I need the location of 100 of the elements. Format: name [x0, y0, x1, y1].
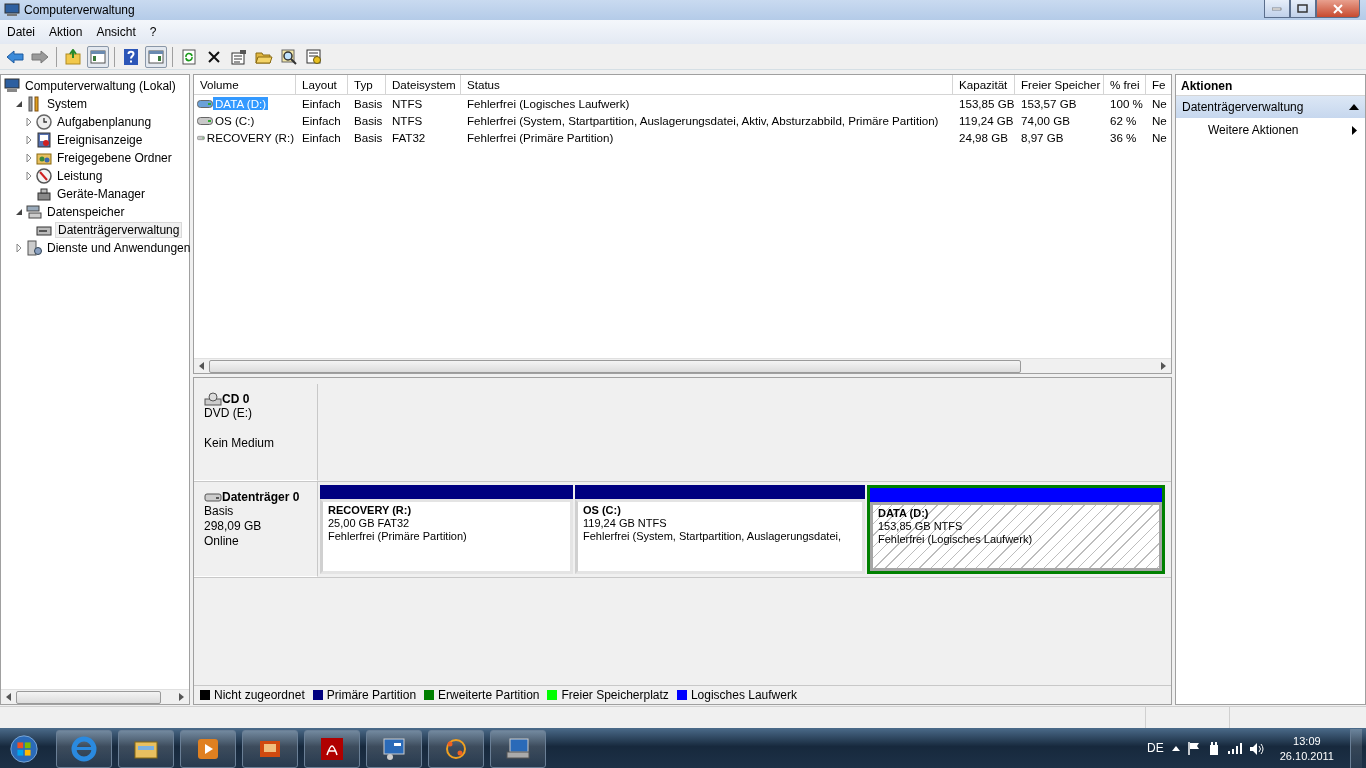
partition-title: RECOVERY (R:)	[328, 504, 413, 518]
table-cell-text: Ne	[1151, 130, 1168, 145]
maximize-button[interactable]	[1290, 0, 1316, 18]
drive-icon	[197, 98, 213, 109]
signal-icon[interactable]	[1227, 743, 1242, 754]
table-cell-text: Ne	[1151, 96, 1168, 111]
taskbar-app[interactable]	[490, 729, 546, 768]
table-cell-text: FAT32	[391, 130, 427, 145]
collapse-arrow-icon[interactable]	[14, 207, 24, 217]
show-hidden-icons-icon[interactable]	[1171, 746, 1180, 751]
close-icon	[1332, 3, 1344, 14]
taskbar-app[interactable]	[242, 729, 298, 768]
disk-drive-icon	[204, 491, 222, 504]
expand-arrow-icon[interactable]	[24, 117, 34, 127]
menu-item[interactable]: Aktion	[42, 24, 90, 40]
action-section-header[interactable]: Datenträgerverwaltung	[1176, 96, 1365, 118]
show-desktop-button[interactable]	[1350, 728, 1362, 768]
clock-date[interactable]: 26.10.2011	[1279, 748, 1334, 764]
tree-item[interactable]: Ereignisanzeige	[55, 132, 145, 148]
collapse-arrow-icon[interactable]	[14, 99, 24, 109]
table-cell-text: NTFS	[391, 113, 424, 128]
taskbar-app[interactable]	[180, 729, 236, 768]
taskbar-app[interactable]	[428, 729, 484, 768]
disk-info: Basis	[204, 504, 235, 520]
expand-arrow-icon[interactable]	[24, 153, 34, 163]
clock-time[interactable]: 13:09	[1279, 733, 1334, 749]
power-icon[interactable]	[1207, 741, 1220, 756]
action-item[interactable]: Weitere Aktionen	[1176, 118, 1365, 142]
disk-info: 298,09 GB	[204, 519, 263, 535]
column-header[interactable]: Status	[461, 75, 953, 94]
taskbar-app[interactable]	[56, 729, 112, 768]
table-cell-text: Fehlerfrei (System, Startpartition, Auslagerungsdatei, Aktiv, Absturzabbild, Primäre Partition)	[466, 113, 940, 128]
menu-item[interactable]: ?	[142, 24, 164, 40]
clock-icon	[36, 114, 52, 130]
expand-arrow-icon[interactable]	[14, 243, 24, 253]
table-cell-text: NTFS	[391, 96, 424, 111]
device-icon	[36, 186, 52, 202]
table-cell-text: 119,24 GB	[958, 113, 1015, 128]
column-header[interactable]: Fe	[1146, 75, 1170, 94]
drive-icon	[197, 115, 213, 126]
table-cell-text: Fehlerfrei (Primäre Partition)	[466, 130, 615, 145]
delete-icon	[207, 49, 221, 64]
tree-item[interactable]: Dienste und Anwendungen	[45, 240, 193, 256]
horizontal-scrollbar[interactable]	[1, 689, 189, 704]
menu-item[interactable]: Ansicht	[89, 24, 143, 40]
legend-label: Primäre Partition	[326, 687, 417, 703]
column-header[interactable]: Kapazität	[953, 75, 1015, 94]
expand-arrow-icon[interactable]	[24, 135, 34, 145]
column-header[interactable]: Dateisystem	[386, 75, 461, 94]
disk-name: Datenträger 0	[222, 490, 300, 505]
taskbar-app[interactable]	[304, 729, 360, 768]
column-header[interactable]: % frei	[1104, 75, 1146, 94]
minimize-button[interactable]	[1264, 0, 1290, 18]
close-button[interactable]	[1316, 0, 1360, 18]
column-header[interactable]: Volume	[194, 75, 296, 94]
table-cell-text: Einfach	[301, 96, 342, 111]
horizontal-scrollbar[interactable]	[194, 358, 1171, 373]
expand-arrow-icon[interactable]	[24, 171, 34, 181]
partition-size: 119,24 GB NTFS	[583, 517, 668, 531]
table-cell-text: Basis	[353, 113, 384, 128]
tree-item[interactable]: Freigegebene Ordner	[55, 150, 174, 166]
tree-item[interactable]: Geräte-Manager	[55, 186, 148, 202]
action-pane-button[interactable]	[145, 45, 167, 68]
window-title: Computerverwaltung	[24, 2, 135, 18]
menu-item[interactable]: Datei	[0, 24, 42, 40]
tree-item[interactable]: Datenträgerverwaltung	[55, 221, 183, 239]
column-header[interactable]: Typ	[348, 75, 386, 94]
scroll-left-icon[interactable]	[6, 693, 11, 701]
column-header[interactable]: Layout	[296, 75, 348, 94]
taskbar-app[interactable]	[366, 729, 422, 768]
tree-item[interactable]: Leistung	[55, 168, 105, 184]
console-tree-button[interactable]	[87, 45, 109, 68]
partition-status: Fehlerfrei (Primäre Partition)	[328, 530, 468, 544]
speaker-icon[interactable]	[1249, 742, 1264, 755]
volume-name[interactable]: OS (C:)	[213, 113, 257, 128]
table-cell-text: Ne	[1151, 113, 1168, 128]
taskbar-app[interactable]	[118, 729, 174, 768]
partition-block[interactable]: RECOVERY (R:) 25,00 GB FAT32 Fehlerfrei (Primäre Partition)	[320, 499, 573, 574]
table-cell-text: 153,85 GB	[958, 96, 1015, 111]
scroll-left-icon[interactable]	[199, 362, 204, 370]
legend-label: Nicht zugeordnet	[214, 687, 305, 703]
table-cell-text: 100 %	[1109, 96, 1144, 111]
partition-title: OS (C:)	[583, 504, 622, 518]
language-indicator[interactable]: DE	[1147, 741, 1164, 756]
scroll-right-icon[interactable]	[179, 693, 184, 701]
scroll-right-icon[interactable]	[1161, 362, 1166, 370]
tree-item[interactable]: Datenspeicher	[45, 204, 127, 220]
computer-icon	[4, 3, 20, 17]
column-header[interactable]: Freier Speicher	[1015, 75, 1104, 94]
shared-folder-icon	[36, 150, 52, 166]
tree-item[interactable]: Aufgabenplanung	[55, 114, 154, 130]
tree-item[interactable]: System	[45, 96, 89, 112]
table-cell-text: Einfach	[301, 130, 342, 145]
tree-item[interactable]: Computerverwaltung (Lokal)	[23, 78, 178, 94]
flag-icon[interactable]	[1187, 742, 1200, 755]
table-cell-text: Basis	[353, 130, 384, 145]
table-cell-text: 74,00 GB	[1020, 113, 1071, 128]
volume-name[interactable]: RECOVERY (R:)	[204, 130, 296, 145]
partition-block[interactable]: DATA (D:) 153,85 GB NTFS Fehlerfrei (Logisches Laufwerk)	[870, 502, 1162, 571]
partition-block[interactable]: OS (C:) 119,24 GB NTFS Fehlerfrei (System, Startpartition, Auslagerungsdatei,	[575, 499, 865, 574]
